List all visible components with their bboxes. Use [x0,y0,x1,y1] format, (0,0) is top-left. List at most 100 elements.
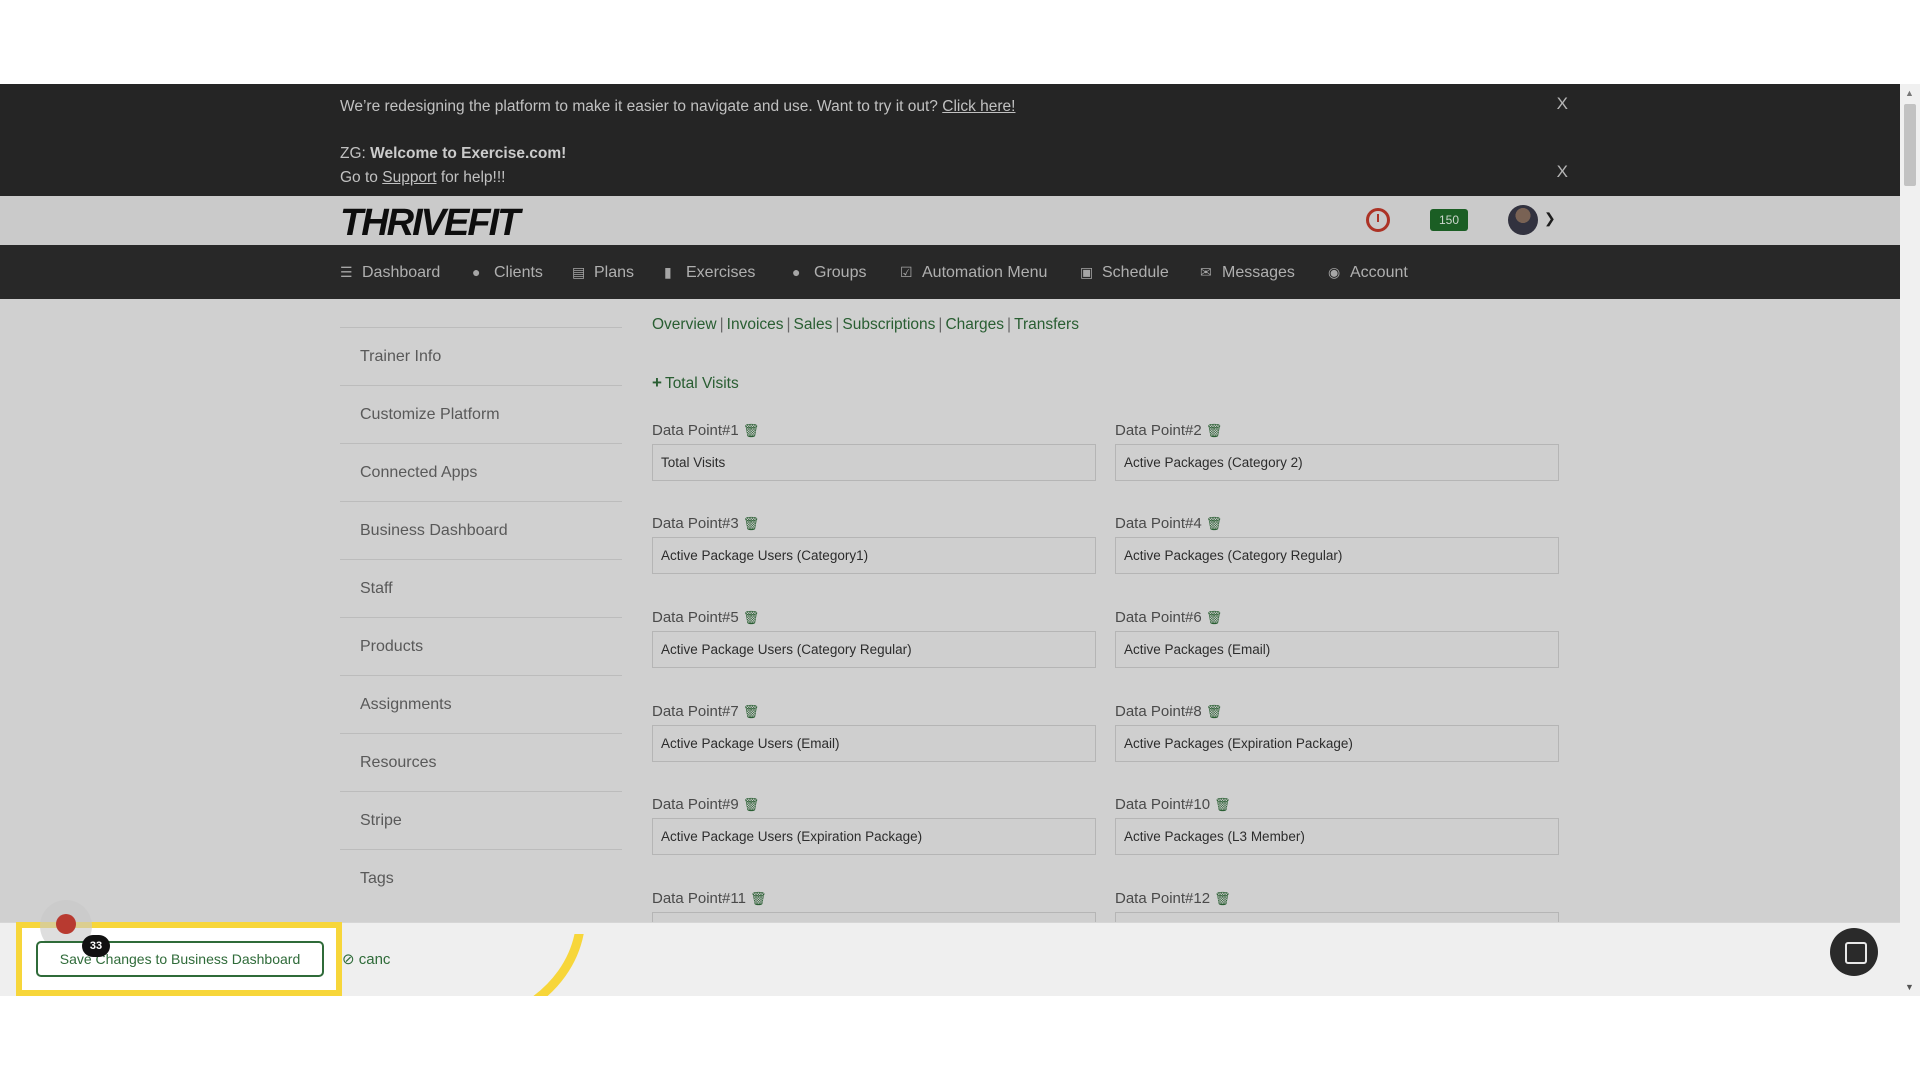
data-point-label: Data Point#5 🗑 [652,609,760,626]
data-point-field: Data Point#6 🗑 Active Packages (Email) [1115,609,1559,668]
book-icon: ▣ [1080,264,1094,280]
chevron-down-icon[interactable]: ❯ [1544,210,1556,227]
clipboard-icon: ▤ [572,264,586,280]
data-point-label: Data Point#10 🗑 [1115,796,1231,813]
data-point-label: Data Point#3 🗑 [652,515,760,532]
data-point-select[interactable]: Active Package Users (Email) [652,725,1096,762]
sidebar-item-stripe[interactable]: Stripe [340,791,622,849]
subnav-transfers[interactable]: Transfers [1014,316,1079,333]
trash-icon[interactable]: 🗑 [743,516,760,531]
nav-automation-menu[interactable]: ☑ Automation Menu [900,245,1047,299]
data-point-label: Data Point#12 🗑 [1115,890,1231,907]
scroll-down-icon[interactable]: ▼ [1905,982,1914,992]
trash-icon[interactable]: 🗑 [1206,423,1223,438]
thrivefit-logo[interactable]: THRIVEFIT [340,202,520,245]
points-badge[interactable]: 150 [1430,209,1468,231]
support-prefix: Go to [340,169,378,186]
data-point-label: Data Point#2 🗑 [1115,422,1223,439]
data-point-select[interactable]: Total Visits [652,444,1096,481]
data-point-field: Data Point#9 🗑 Active Package Users (Expir… [652,796,1096,855]
trash-icon[interactable]: 🗑 [1214,797,1231,812]
settings-sidebar: Trainer Info Customize Platform Connecte… [340,327,622,907]
page-scrollbar[interactable]: ▲ ▼ [1900,84,1920,996]
nav-schedule[interactable]: ▣ Schedule [1080,245,1169,299]
tutorial-arrow-icon [533,934,584,996]
data-point-select[interactable]: Active Package Users (Category1) [652,537,1096,574]
plus-icon: + [652,373,662,392]
trash-icon[interactable]: 🗑 [743,423,760,438]
sidebar-item-business-dashboard[interactable]: Business Dashboard [340,501,622,559]
envelope-icon: ✉ [1200,264,1212,280]
chat-button[interactable] [1830,928,1878,976]
announcement-banner: We’re redesigning the platform to make i… [0,84,1900,196]
welcome-message: ZG: Welcome to Exercise.com! Go to Suppo… [340,142,566,190]
data-point-field: Data Point#5 🗑 Active Package Users (Categ… [652,609,1096,668]
data-point-select[interactable]: Active Packages (Email) [1115,631,1559,668]
sidebar-item-products[interactable]: Products [340,617,622,675]
redesign-notice-text: We’re redesigning the platform to make i… [340,98,938,115]
dumbbell-icon: ▮ [664,264,672,280]
nav-messages[interactable]: ✉ Messages [1200,245,1295,299]
nav-groups[interactable]: ● Groups [792,245,866,299]
cancel-icon: ⊘ [342,951,359,968]
data-point-select[interactable]: Active Package Users (Expiration Package… [652,818,1096,855]
data-point-label: Data Point#4 🗑 [1115,515,1223,532]
data-point-select[interactable]: Active Packages (L3 Member) [1115,818,1559,855]
nav-account[interactable]: ◉ Account [1328,245,1408,299]
sidebar-item-resources[interactable]: Resources [340,733,622,791]
user-circle-icon: ◉ [1328,264,1341,280]
try-redesign-link[interactable]: Click here! [942,98,1015,115]
scroll-up-icon[interactable]: ▲ [1905,88,1914,98]
trash-icon[interactable]: 🗑 [743,610,760,625]
support-suffix: for help!!! [440,169,506,186]
trash-icon[interactable]: 🗑 [1206,610,1223,625]
subnav-charges[interactable]: Charges [945,316,1004,333]
scroll-thumb[interactable] [1904,104,1916,186]
data-point-label: Data Point#9 🗑 [652,796,760,813]
add-data-point-button[interactable]: + Total Visits [652,373,739,393]
data-point-select[interactable]: Active Packages (Expiration Package) [1115,725,1559,762]
trash-icon[interactable]: 🗑 [743,704,760,719]
nav-dashboard[interactable]: ☰ Dashboard [340,245,440,299]
nav-plans[interactable]: ▤ Plans [572,245,634,299]
subnav-overview[interactable]: Overview [652,316,717,333]
data-point-label: Data Point#11 🗑 [652,890,767,907]
notification-count-badge: 33 [82,935,110,957]
close-welcome-banner-button[interactable]: X [1557,162,1568,182]
data-point-field: Data Point#7 🗑 Active Package Users (Email… [652,703,1096,762]
subnav-invoices[interactable]: Invoices [727,316,784,333]
sidebar-item-connected-apps[interactable]: Connected Apps [340,443,622,501]
nav-clients[interactable]: ● Clients [472,245,543,299]
users-icon: ● [792,264,801,280]
trash-icon[interactable]: 🗑 [743,797,760,812]
close-redesign-banner-button[interactable]: X [1557,94,1568,114]
data-point-select[interactable]: Active Package Users (Category Regular) [652,631,1096,668]
welcome-title: Welcome to Exercise.com! [370,145,567,162]
check-square-icon: ☑ [900,264,913,280]
save-changes-button[interactable]: Save Changes to Business Dashboard [36,941,324,977]
billing-subnav: Overview | Invoices | Sales | Subscriptions | Ch… [652,316,1079,333]
data-point-select[interactable]: Active Packages (Category 2) [1115,444,1559,481]
sidebar-item-assignments[interactable]: Assignments [340,675,622,733]
clock-icon[interactable] [1366,208,1390,232]
subnav-sales[interactable]: Sales [794,316,833,333]
data-point-field: Data Point#1 🗑 Total Visits [652,422,1096,481]
data-point-label: Data Point#6 🗑 [1115,609,1223,626]
data-point-select[interactable]: Active Packages (Category Regular) [1115,537,1559,574]
nav-exercises[interactable]: ▮ Exercises [664,245,755,299]
trash-icon[interactable]: 🗑 [1214,891,1231,906]
data-point-field: Data Point#3 🗑 Active Package Users (Categ… [652,515,1096,574]
trash-icon[interactable]: 🗑 [750,891,767,906]
trash-icon[interactable]: 🗑 [1206,516,1223,531]
user-icon: ● [472,264,481,280]
sidebar-item-staff[interactable]: Staff [340,559,622,617]
data-point-field: Data Point#4 🗑 Active Packages (Category R… [1115,515,1559,574]
trash-icon[interactable]: 🗑 [1206,704,1223,719]
avatar[interactable] [1508,205,1538,235]
sidebar-item-customize-platform[interactable]: Customize Platform [340,385,622,443]
subnav-subscriptions[interactable]: Subscriptions [842,316,935,333]
sidebar-item-tags[interactable]: Tags [340,849,622,907]
sidebar-item-trainer-info[interactable]: Trainer Info [340,327,622,385]
support-link[interactable]: Support [382,169,436,186]
data-point-label: Data Point#8 🗑 [1115,703,1223,720]
